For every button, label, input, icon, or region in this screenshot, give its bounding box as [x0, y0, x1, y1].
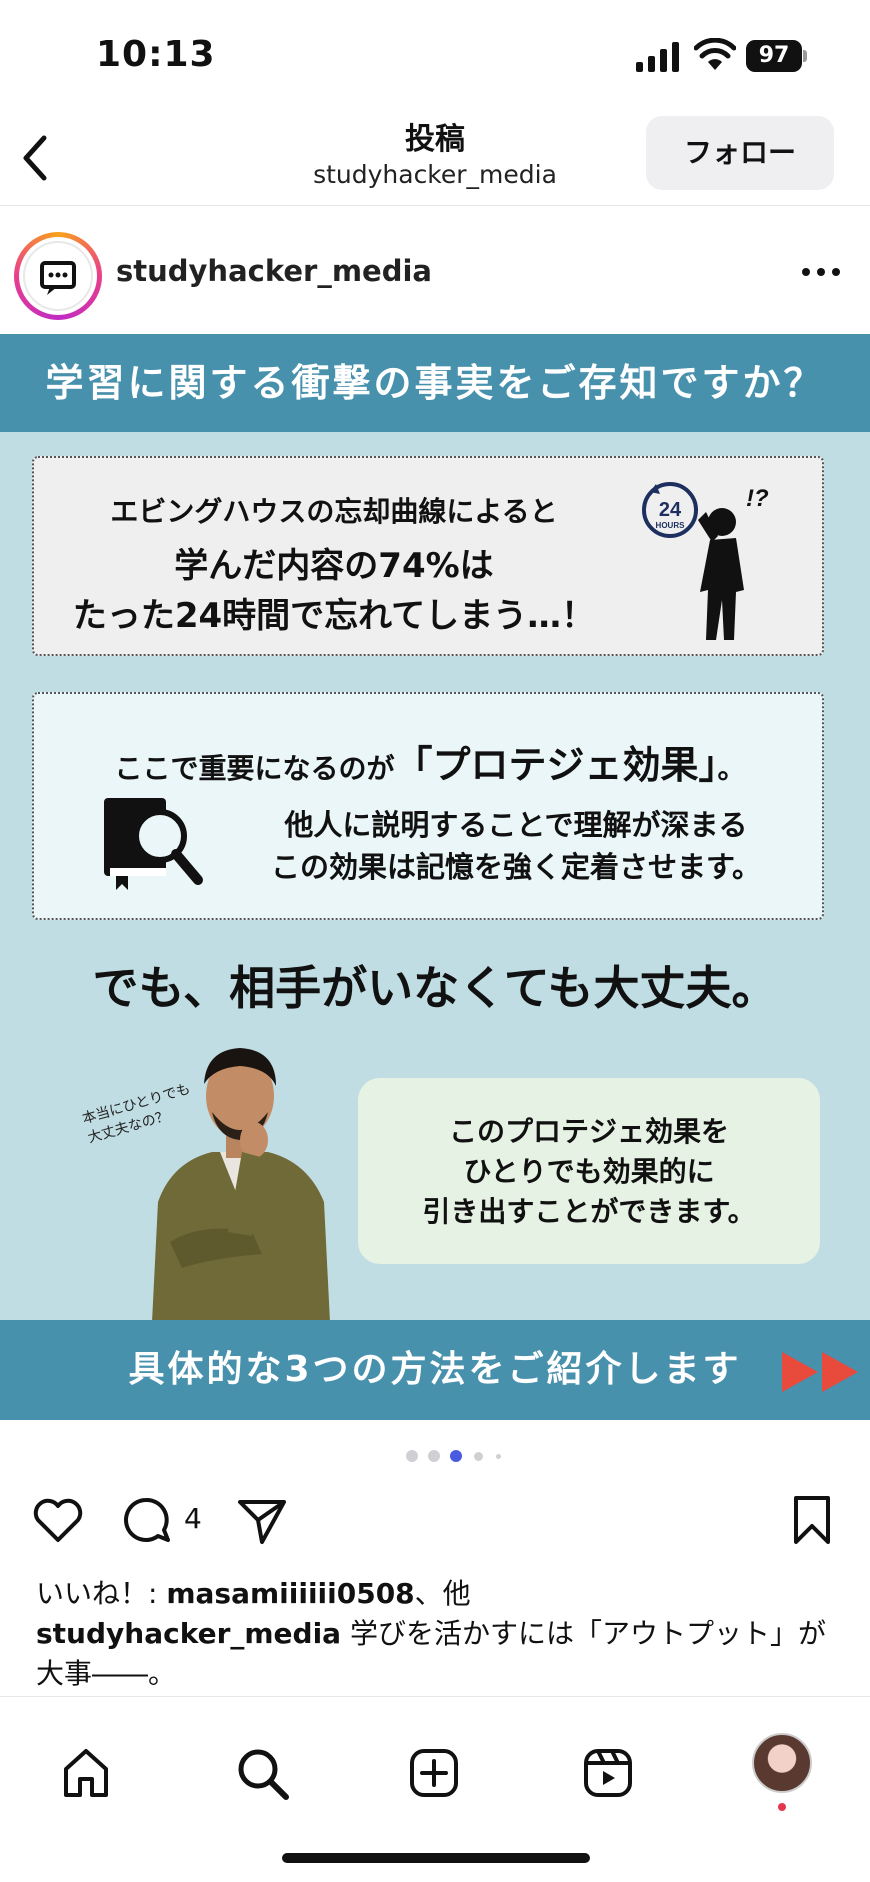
carousel-dot	[474, 1452, 483, 1461]
create-post-icon[interactable]	[406, 1745, 462, 1801]
post-image[interactable]: 学習に関する衝撃の事実をご存知ですか？ エビングハウスの忘却曲線によると 学んだ…	[0, 334, 870, 1420]
badge-number: 24	[659, 499, 682, 521]
heart-icon[interactable]	[30, 1492, 86, 1548]
carousel-dot	[496, 1454, 501, 1459]
caption: studyhacker_media 学びを活かすには「アウトプット」が大事――。	[36, 1614, 836, 1694]
wifi-icon	[694, 38, 736, 70]
post-username[interactable]: studyhacker_media	[116, 254, 432, 288]
status-time: 10:13	[96, 34, 216, 75]
status-bar: 10:13 97	[0, 0, 870, 110]
notification-dot	[778, 1803, 786, 1811]
speech-bubble: このプロテジェ効果を ひとりでも効果的に 引き出すことができます。	[358, 1078, 820, 1264]
protege-effect-card: ここで重要になるのが「プロテジェ効果」。 他人に説明することで理解が深まる この…	[32, 692, 824, 920]
post-actions: 4	[0, 1488, 870, 1568]
follow-button[interactable]: フォロー	[646, 116, 834, 190]
profile-avatar[interactable]	[752, 1733, 812, 1793]
liker-username[interactable]: masamiiiiii0508	[166, 1577, 414, 1610]
share-send-icon[interactable]	[234, 1492, 290, 1548]
carousel-indicator	[402, 1446, 512, 1462]
bubble-line1: このプロテジェ効果を	[448, 1115, 729, 1148]
carousel-dot	[406, 1450, 418, 1462]
card2-line1: ここで重要になるのが「プロテジェ効果」。	[114, 743, 746, 787]
card2-line2: 他人に説明することで理解が深まる	[284, 808, 748, 842]
post-author-row: studyhacker_media	[0, 226, 870, 320]
bottom-tab-bar	[0, 1696, 870, 1882]
caption-username[interactable]: studyhacker_media	[36, 1617, 341, 1650]
card1-line2: 学んだ内容の74%は	[174, 546, 494, 586]
double-arrow-icon	[782, 1352, 858, 1392]
battery-level: 97	[746, 40, 802, 72]
bottom-banner-text: 具体的な3つの方法をご紹介します	[128, 1349, 742, 1390]
likes-line: いいね！: masamiiiiii0508、他	[36, 1577, 471, 1610]
cellular-signal-icon	[636, 42, 679, 72]
story-ring[interactable]	[14, 232, 102, 320]
badge-unit: HOURS	[656, 521, 686, 530]
card2-line3: この効果は記憶を強く定着させます。	[270, 850, 762, 884]
headline: でも、相手がいなくても大丈夫。	[92, 961, 778, 1015]
carousel-dot	[428, 1450, 440, 1462]
confused-person-24-hours-icon: 24 HOURS !?	[642, 482, 769, 640]
speech-bubble-logo-icon	[40, 261, 76, 295]
battery-icon: 97	[746, 40, 808, 72]
top-banner: 学習に関する衝撃の事実をご存知ですか？	[0, 334, 870, 432]
bookmark-icon[interactable]	[784, 1492, 840, 1548]
card1-line1: エビングハウスの忘却曲線によると	[110, 495, 558, 528]
search-icon[interactable]	[234, 1745, 290, 1801]
forgetting-curve-card: エビングハウスの忘却曲線によると 学んだ内容の74%は たった24時間で忘れてし…	[32, 456, 824, 656]
comment-count: 4	[184, 1502, 202, 1535]
book-magnifier-icon	[104, 798, 203, 890]
card1-line3: たった24時間で忘れてしまう…！	[72, 596, 596, 636]
avatar[interactable]	[23, 241, 93, 311]
more-options-icon[interactable]	[798, 262, 844, 282]
reels-icon[interactable]	[580, 1745, 636, 1801]
bottom-banner: 具体的な3つの方法をご紹介します	[0, 1320, 870, 1420]
post-header-bar: 投稿 studyhacker_media フォロー	[0, 110, 870, 206]
exclaim-mark: !?	[746, 485, 769, 512]
bubble-line3: 引き出すことができます。	[422, 1195, 756, 1228]
home-indicator	[282, 1853, 590, 1863]
carousel-dot-active	[450, 1450, 462, 1462]
home-icon[interactable]	[58, 1745, 114, 1801]
comment-icon[interactable]	[118, 1492, 174, 1548]
bubble-line2: ひとりでも効果的に	[463, 1155, 715, 1188]
thinking-man-photo	[152, 1048, 330, 1322]
